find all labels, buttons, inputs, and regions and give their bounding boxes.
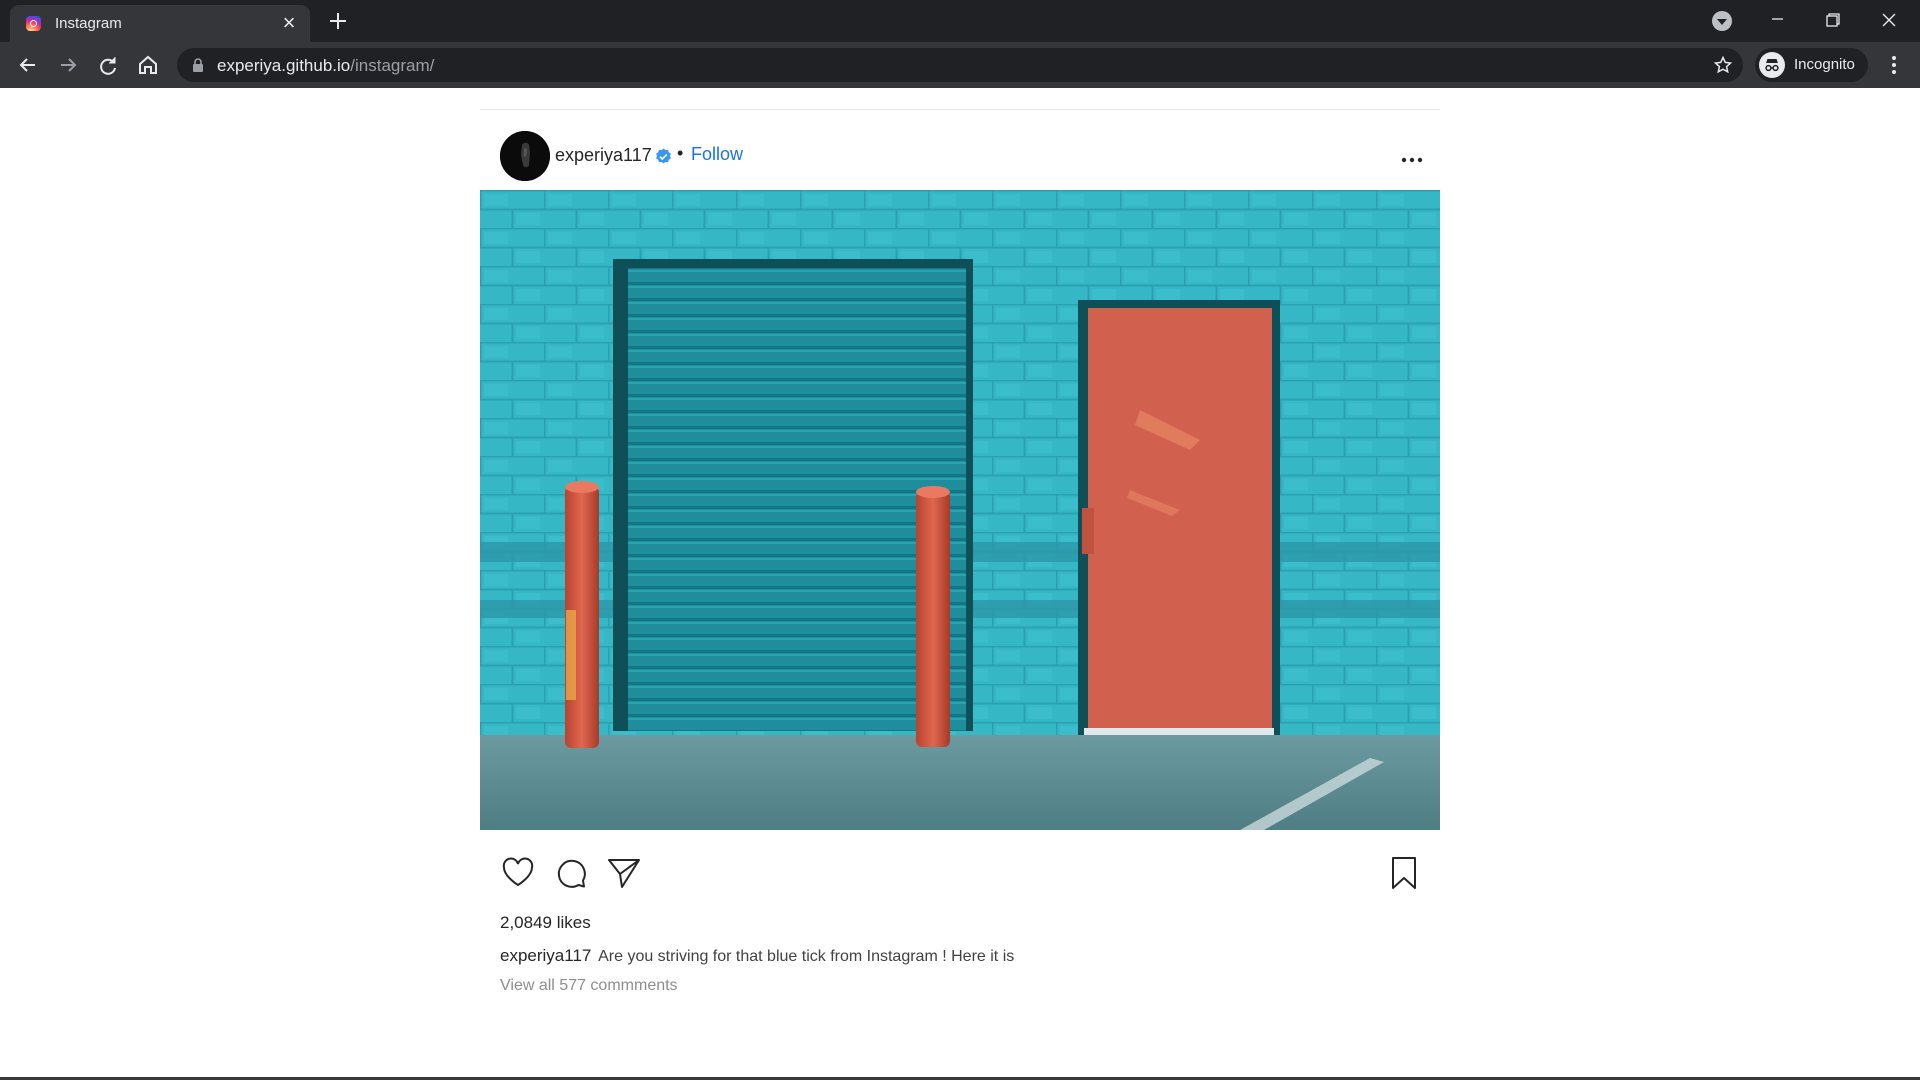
post-username[interactable]: experiya117 [555, 145, 652, 166]
new-tab-icon[interactable] [326, 9, 350, 33]
likes-count[interactable]: 2,0849 likes [500, 913, 591, 933]
post-header: experiya117 • Follow [480, 110, 1440, 190]
incognito-icon [1759, 52, 1785, 78]
instagram-favicon-icon [26, 16, 41, 31]
verified-badge-icon [656, 148, 671, 164]
restore-window-icon[interactable] [1810, 6, 1856, 36]
post-caption: experiya117 Are you striving for that bl… [500, 946, 1014, 966]
home-icon[interactable] [134, 51, 162, 79]
address-bar[interactable]: experiya.github.io/instagram/ [177, 48, 1743, 82]
close-window-icon[interactable] [1866, 6, 1912, 36]
heart-icon[interactable] [500, 855, 536, 891]
incognito-profile-button[interactable]: Incognito [1755, 48, 1868, 82]
view-comments-link[interactable]: View all 577 commments [500, 977, 678, 995]
lock-icon[interactable] [191, 58, 205, 72]
incognito-label: Incognito [1794, 56, 1855, 73]
post-card: experiya117 • Follow 2,0849 likes experi… [480, 109, 1440, 1009]
back-arrow-icon[interactable] [14, 51, 42, 79]
share-icon[interactable] [606, 855, 642, 891]
reload-icon[interactable] [94, 51, 122, 79]
url-text[interactable]: experiya.github.io/instagram/ [217, 56, 434, 76]
bookmark-star-icon[interactable] [1713, 55, 1733, 75]
browser-toolbar: experiya.github.io/instagram/ Incognito [0, 42, 1920, 88]
forward-arrow-icon[interactable] [54, 51, 82, 79]
post-photo [480, 190, 1440, 830]
post-actions [480, 855, 1440, 895]
caption-text: Are you striving for that blue tick from… [598, 948, 1015, 965]
tab-search-icon[interactable] [1712, 11, 1732, 31]
more-options-icon[interactable] [1400, 150, 1424, 170]
comment-icon[interactable] [553, 855, 589, 891]
caption-username[interactable]: experiya117 [500, 946, 591, 965]
minimize-window-icon[interactable] [1754, 6, 1800, 36]
url-path: /instagram/ [350, 56, 435, 75]
follow-button[interactable]: Follow [691, 144, 743, 165]
tab-title: Instagram [55, 15, 122, 32]
url-host: experiya.github.io [217, 56, 351, 75]
tab-close-icon[interactable]: × [278, 12, 300, 34]
post-image[interactable] [480, 190, 1440, 830]
separator-dot: • [677, 143, 684, 163]
avatar-image [500, 131, 550, 181]
browser-menu-icon[interactable] [1882, 52, 1906, 78]
browser-tab-strip: Instagram × [0, 0, 1920, 42]
browser-tab[interactable]: Instagram × [10, 5, 310, 42]
bookmark-icon[interactable] [1386, 855, 1422, 891]
avatar[interactable] [500, 131, 550, 181]
